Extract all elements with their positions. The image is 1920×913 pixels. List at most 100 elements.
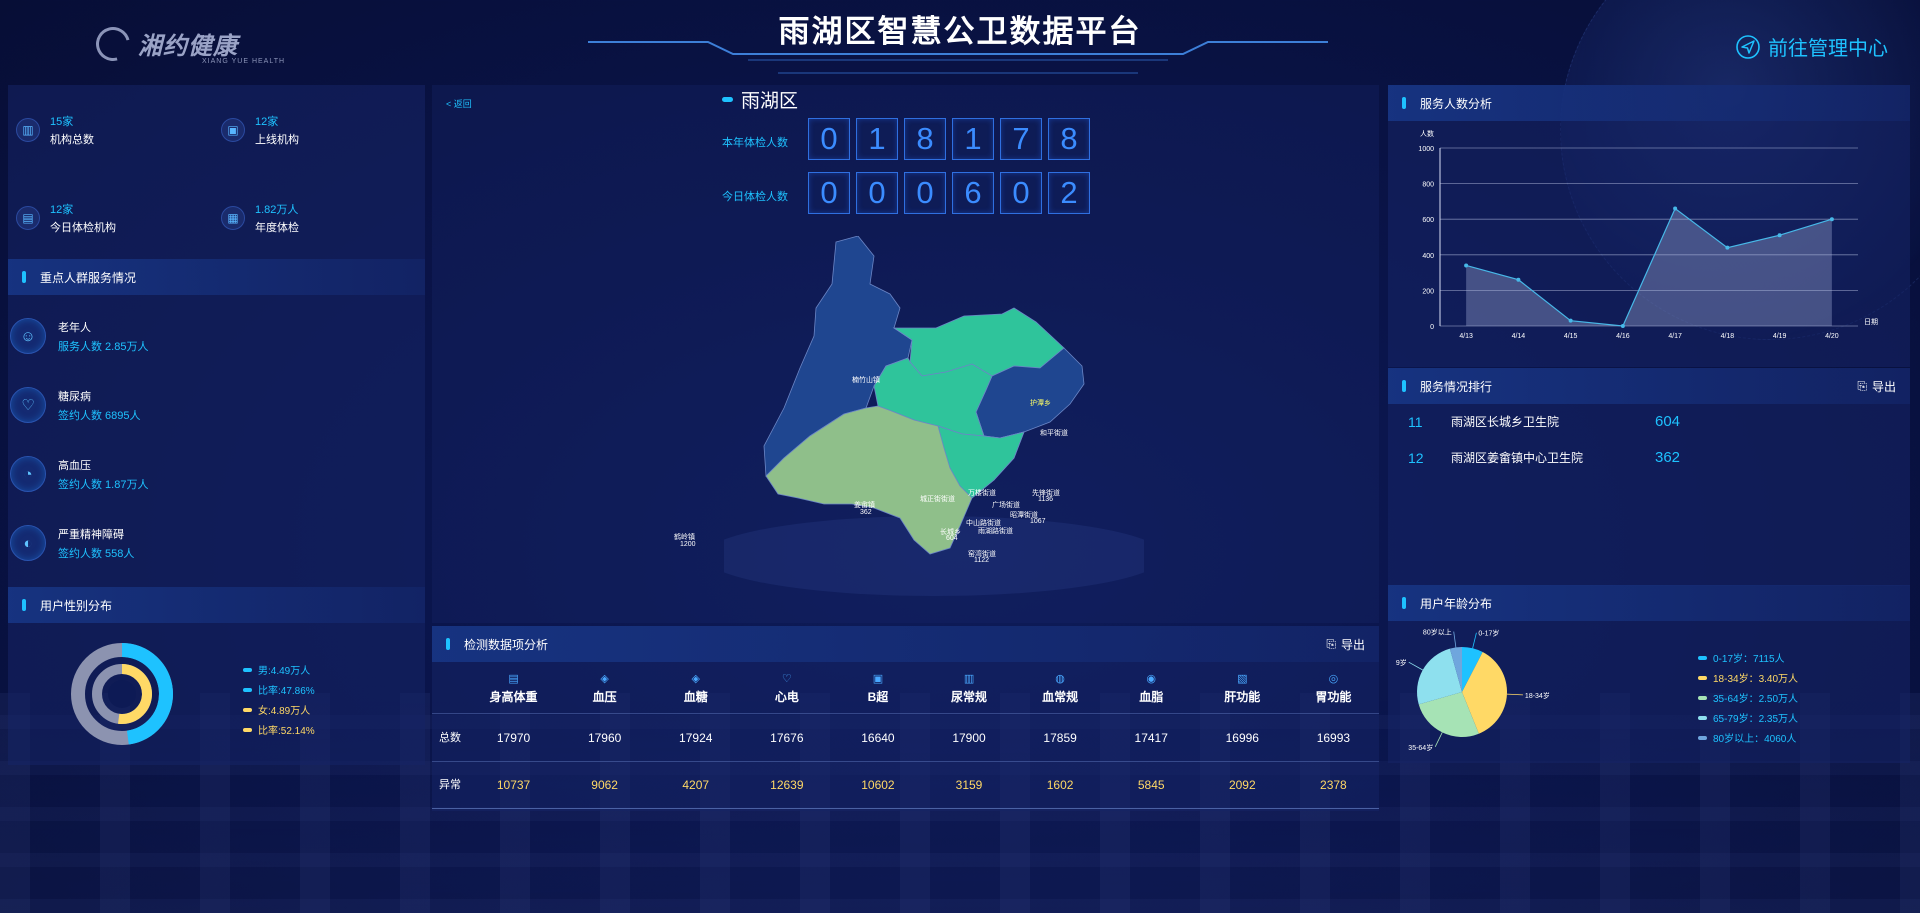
building-icon: ▥ <box>16 118 40 142</box>
map-label-he-ping: 和平街道 <box>1040 430 1068 437</box>
pie-label: 80岁以上 <box>1423 628 1452 637</box>
management-center-link[interactable]: 前往管理中心 <box>1736 32 1888 61</box>
gender-header: 用户性别分布 <box>8 587 425 623</box>
map-value-xian-feng: 1136 <box>1038 496 1054 503</box>
age-legend-item: 65-79岁：2.35万人 <box>1698 710 1798 725</box>
y-tick-label: 600 <box>1422 217 1434 224</box>
map-label-yu-hu-lu: 雨湖路街道 <box>978 528 1013 535</box>
header-bar <box>1402 597 1406 609</box>
year-exam-label: 本年体检人数 <box>722 137 788 149</box>
map-label-nan-zhu: 楠竹山镇 <box>852 377 880 384</box>
group-mental: ◐ 严重精神障碍 签约人数 558人 <box>10 525 134 561</box>
export-icon: ⎘ <box>1326 637 1336 651</box>
y-tick-label: 0 <box>1430 324 1434 331</box>
pie-leader-line <box>1453 631 1457 648</box>
header-bar <box>1402 97 1406 109</box>
rank-number: 11 <box>1408 413 1423 430</box>
digit: 1 <box>952 118 994 160</box>
back-link[interactable]: < 返回 <box>446 97 472 110</box>
group-name: 糖尿病 <box>58 390 91 403</box>
table-header-cell: ♡ 心电 <box>741 672 832 705</box>
group-name: 老年人 <box>58 321 91 334</box>
map-region-northeast[interactable] <box>892 307 1065 377</box>
data-point <box>1829 217 1834 222</box>
y-tick-label: 800 <box>1422 182 1434 189</box>
table-cell: 17970 <box>496 730 531 745</box>
legend-label: 35-64岁：2.50万人 <box>1713 694 1799 705</box>
gender-legend-female-ratio: 比率:52.14% <box>243 722 315 737</box>
digit: 0 <box>904 172 946 214</box>
ultrasound-icon: ▣ <box>872 673 884 685</box>
export-icon: ⎘ <box>1857 379 1867 393</box>
district-map[interactable] <box>724 236 1144 606</box>
x-tick-label: 4/15 <box>1564 333 1578 340</box>
region-title: 雨湖区 <box>722 86 798 113</box>
x-axis-title: 日期 <box>1864 318 1878 326</box>
logo-subtext: XIANG YUE HEALTH <box>202 58 286 65</box>
export-label: 导出 <box>1871 380 1896 394</box>
table-header-cell: ▣ B超 <box>832 672 923 705</box>
group-hypertension: ◔ 高血压 签约人数 1.87万人 <box>10 456 148 492</box>
table-header-label: 血常规 <box>1042 690 1079 704</box>
data-point <box>1725 245 1730 250</box>
header: 湘约健康 XIANG YUE HEALTH 雨湖区智慧公卫数据平台 前往管理中心 <box>0 0 1920 85</box>
table-header-cell: ▥ 尿常规 <box>923 672 1014 705</box>
table-header-label: 血脂 <box>1139 690 1164 704</box>
drop-icon: ◈ <box>691 673 700 685</box>
pie-leader-line <box>1408 661 1423 671</box>
head-icon: ◐ <box>10 525 46 561</box>
table-header-cell: ◈ 血糖 <box>650 672 741 705</box>
age-header: 用户年龄分布 <box>1388 585 1910 621</box>
table-cell: 17924 <box>679 730 713 745</box>
legend-swatch <box>243 707 252 712</box>
stat-label: 今日体检机构 <box>50 222 116 234</box>
table-header-label: B超 <box>867 690 889 704</box>
today-exam-label: 今日体检人数 <box>722 191 788 203</box>
table-export-button[interactable]: ⎘ 导出 <box>1326 636 1365 653</box>
data-point <box>1516 277 1521 282</box>
x-tick-label: 4/14 <box>1512 333 1526 340</box>
x-tick-label: 4/13 <box>1459 333 1473 340</box>
legend-swatch <box>1698 675 1707 680</box>
table-cell: 17417 <box>1134 730 1168 745</box>
ranking-export-button[interactable]: ⎘ 导出 <box>1857 378 1896 395</box>
table-header-cell: ◈ 血压 <box>559 672 650 705</box>
header-bar <box>1402 380 1406 392</box>
ranking-row[interactable]: 12 雨湖区姜畲镇中心卫生院 362 <box>1408 449 1680 466</box>
region-name: 雨湖区 <box>741 91 799 112</box>
stat-org-total: ▥ 15家 机构总数 <box>16 113 94 147</box>
table-cell: 10737 <box>496 778 531 792</box>
table-row-abnormal: 异常 10737 9062 4207 12639 10602 3159 1602… <box>432 761 1379 809</box>
send-icon <box>1736 34 1760 59</box>
digit: 8 <box>1048 118 1090 160</box>
digit: 2 <box>1048 172 1090 214</box>
legend-swatch <box>243 687 252 692</box>
data-point <box>1673 206 1678 211</box>
table-header-cell: ▤ 身高体重 <box>468 672 559 705</box>
stat-value: 12家 <box>50 204 74 216</box>
table-header-label: 胃功能 <box>1315 690 1352 704</box>
table-cell: 10602 <box>861 778 895 792</box>
table-cell: 9062 <box>591 778 618 792</box>
legend-swatch <box>243 727 252 732</box>
age-pie-chart: 0-17岁 18-34岁 35-64岁 65-79岁 80岁以上 <box>1396 628 1550 752</box>
table-cell: 2378 <box>1320 778 1347 792</box>
chart-icon: ▤ <box>16 206 40 230</box>
ranking-row[interactable]: 11 雨湖区长城乡卫生院 604 <box>1408 413 1680 430</box>
export-label: 导出 <box>1340 638 1365 652</box>
table-cell: 3159 <box>955 778 983 792</box>
legend-swatch <box>1698 695 1707 700</box>
map-label-wan-lou: 万楼街道 <box>968 490 996 497</box>
table-row-total: 总数 17970 17960 17924 17676 16640 17900 1… <box>432 713 1379 761</box>
group-sub: 签约人数 1.87万人 <box>58 478 149 491</box>
digit: 1 <box>856 118 898 160</box>
digit: 0 <box>1000 172 1042 214</box>
table-header-label: 血糖 <box>683 690 708 704</box>
table-cell: 17859 <box>1043 730 1077 745</box>
rank-name: 雨湖区姜畲镇中心卫生院 <box>1451 451 1584 465</box>
age-legend-item: 35-64岁：2.50万人 <box>1698 690 1798 705</box>
group-elderly: ☺ 老年人 服务人数 2.85万人 <box>10 318 148 354</box>
stat-annual-exam: ▦ 1.82万人 年度体检 <box>221 201 299 235</box>
data-point <box>1620 324 1625 328</box>
data-point <box>1568 318 1573 323</box>
